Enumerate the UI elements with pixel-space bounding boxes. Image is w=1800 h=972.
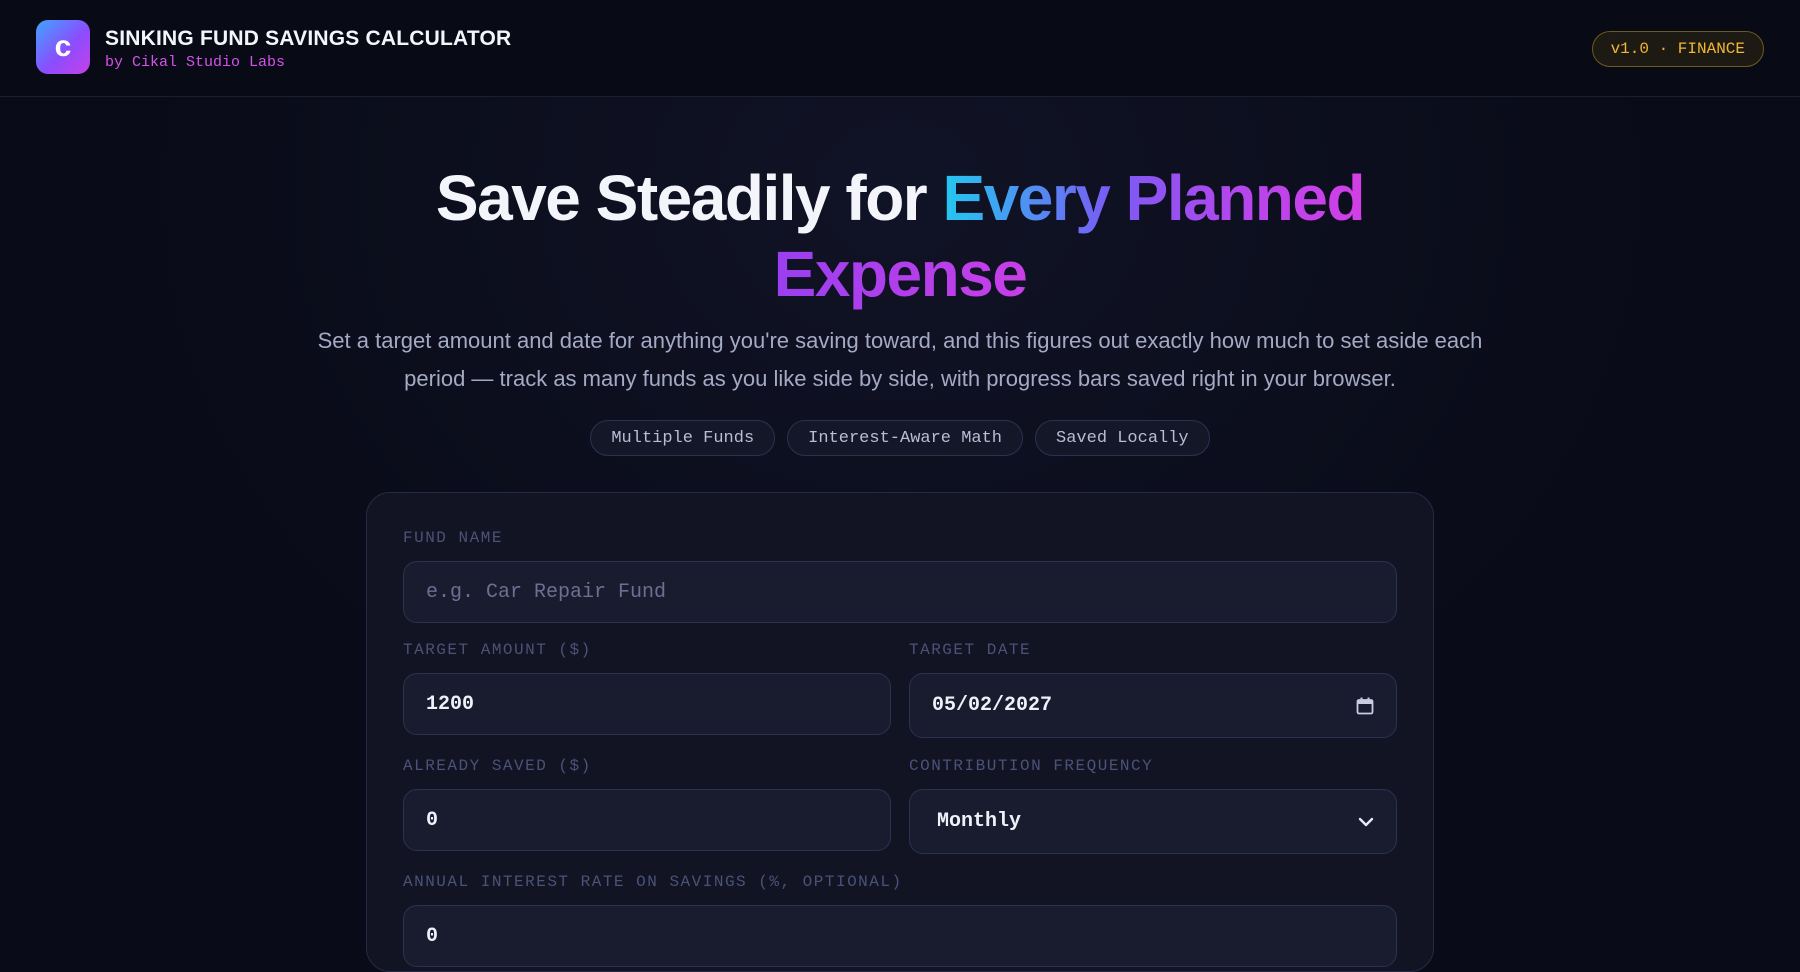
top-bar: c SINKING FUND SAVINGS CALCULATOR by Cik… (0, 0, 1800, 97)
target-date-input[interactable]: 05/02/2027 (909, 673, 1397, 738)
chip-saved-locally: Saved Locally (1035, 420, 1210, 456)
logo-letter: c (54, 30, 72, 63)
frequency-label: CONTRIBUTION FREQUENCY (909, 757, 1154, 775)
app-logo: c (36, 20, 90, 74)
hero-description: Set a target amount and date for anythin… (317, 328, 1483, 391)
fund-name-label: FUND NAME (403, 529, 503, 547)
hero-title: Save Steadily for Every Planned Expense (0, 160, 1800, 312)
target-date-label: TARGET DATE (909, 641, 1032, 659)
hero-title-highlight: Every Planned (942, 162, 1365, 234)
version-badge-label: v1.0 · FINANCE (1610, 40, 1745, 58)
feature-chips: Multiple Funds Interest-Aware Math Saved… (0, 420, 1800, 456)
chevron-down-icon (1358, 816, 1374, 828)
frequency-select[interactable]: Monthly (909, 789, 1397, 854)
target-amount-input[interactable]: 1200 (403, 673, 891, 735)
chip-multiple-funds: Multiple Funds (590, 420, 776, 456)
already-saved-label: ALREADY SAVED ($) (403, 757, 592, 775)
interest-rate-label: ANNUAL INTEREST RATE ON SAVINGS (%, OPTI… (403, 873, 903, 891)
target-amount-label: TARGET AMOUNT ($) (403, 641, 592, 659)
interest-rate-value: 0 (426, 924, 439, 948)
fund-name-input[interactable]: e.g. Car Repair Fund (403, 561, 1397, 623)
target-amount-value: 1200 (426, 692, 475, 716)
app-title: SINKING FUND SAVINGS CALCULATOR (105, 27, 512, 50)
hero-title-part1: Save Steadily for (435, 162, 943, 234)
chip-interest-aware-math: Interest-Aware Math (787, 420, 1024, 456)
interest-rate-input[interactable]: 0 (403, 905, 1397, 967)
fund-form-card: FUND NAME e.g. Car Repair Fund TARGET AM… (366, 492, 1434, 972)
already-saved-input[interactable]: 0 (403, 789, 891, 851)
target-date-value: 05/02/2027 (932, 694, 1053, 717)
already-saved-value: 0 (426, 808, 439, 832)
calendar-icon[interactable] (1356, 697, 1374, 715)
version-badge: v1.0 · FINANCE (1591, 31, 1764, 67)
hero-title-highlight-2: Expense (773, 238, 1028, 310)
app-subtitle: by Cikal Studio Labs (105, 54, 286, 71)
fund-name-placeholder: e.g. Car Repair Fund (426, 580, 667, 604)
frequency-value: Monthly (937, 810, 1022, 833)
